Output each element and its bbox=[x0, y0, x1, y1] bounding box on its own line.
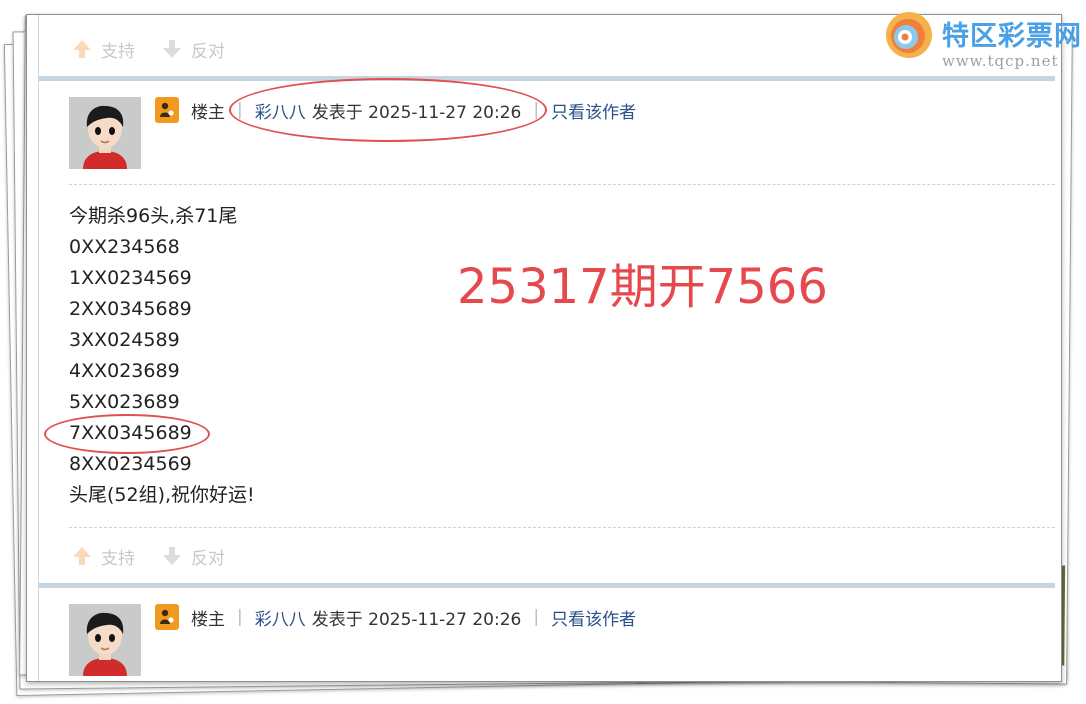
post-header: 楼主 | 彩八八 发表于 2025-11-27 20:26 | 只看该作者 bbox=[69, 97, 1029, 169]
post-footer-divider bbox=[69, 527, 1055, 528]
post-line: 4XX023689 bbox=[69, 360, 180, 382]
annotation-ellipse-line bbox=[44, 414, 210, 454]
post-meta: 楼主 | 彩八八 发表于 2025-11-27 20:26 | 只看该作者 bbox=[191, 604, 636, 630]
post-timestamp: 发表于 2025-11-27 20:26 bbox=[311, 609, 522, 630]
oppose-button[interactable]: 反对 bbox=[161, 37, 225, 62]
post-line: 2XX0345689 bbox=[69, 298, 192, 320]
post-header: 楼主 | 彩八八 发表于 2025-11-27 20:26 | 只看该作者 bbox=[69, 604, 1029, 676]
meta-divider: | bbox=[237, 607, 243, 627]
meta-divider: | bbox=[533, 607, 540, 627]
oppose-label: 反对 bbox=[191, 548, 225, 569]
post-content: 今期杀96头,杀71尾 0XX234568 1XX0234569 2XX0345… bbox=[69, 201, 255, 511]
thumb-down-arrow-icon bbox=[163, 40, 181, 58]
post-header-divider bbox=[69, 184, 1055, 185]
swirl-logo-icon bbox=[886, 12, 932, 58]
vote-row-bottom: 支持 反对 bbox=[71, 541, 251, 571]
post-separator bbox=[39, 583, 1055, 588]
cartoon-avatar-icon bbox=[69, 604, 141, 676]
role-badge bbox=[155, 604, 179, 630]
post-line: 0XX234568 bbox=[69, 236, 180, 258]
only-author-link[interactable]: 只看该作者 bbox=[551, 605, 636, 630]
role-badge bbox=[155, 97, 179, 123]
support-button[interactable]: 支持 bbox=[71, 37, 135, 62]
site-watermark: 特区彩票网 www.tqcp.net bbox=[884, 8, 1084, 70]
avatar[interactable] bbox=[69, 604, 141, 676]
annotation-ellipse-timestamp bbox=[229, 78, 547, 142]
thumb-up-arrow-icon bbox=[73, 40, 91, 58]
role-label: 楼主 bbox=[191, 102, 225, 123]
post-line: 3XX024589 bbox=[69, 329, 180, 351]
post-line: 8XX0234569 bbox=[69, 453, 192, 475]
support-label: 支持 bbox=[101, 41, 135, 62]
thumb-down-arrow-icon bbox=[163, 547, 181, 565]
post-line: 5XX023689 bbox=[69, 391, 180, 413]
result-headline: 25317期开7566 bbox=[457, 259, 828, 315]
post-line: 今期杀96头,杀71尾 bbox=[69, 205, 238, 227]
support-label: 支持 bbox=[101, 548, 135, 569]
author-link[interactable]: 彩八八 bbox=[255, 605, 306, 630]
vote-row-top: 支持 反对 bbox=[71, 34, 251, 64]
support-button[interactable]: 支持 bbox=[71, 544, 135, 569]
only-author-link[interactable]: 只看该作者 bbox=[551, 98, 636, 123]
post-line: 头尾(52组),祝你好运! bbox=[69, 484, 255, 506]
watermark-url: www.tqcp.net bbox=[942, 52, 1059, 70]
role-label: 楼主 bbox=[191, 609, 225, 630]
thread-body: 支持 反对 楼主 | 彩八八 发表于 2025-11-27 20:26 | 只看… bbox=[38, 15, 1055, 681]
owner-badge-icon bbox=[160, 102, 174, 117]
post-line: 1XX0234569 bbox=[69, 267, 192, 289]
oppose-button[interactable]: 反对 bbox=[161, 544, 225, 569]
oppose-label: 反对 bbox=[191, 41, 225, 62]
cartoon-avatar-icon bbox=[69, 97, 141, 169]
watermark-title: 特区彩票网 bbox=[942, 21, 1082, 52]
thumb-up-arrow-icon bbox=[73, 547, 91, 565]
post-separator bbox=[39, 76, 1055, 81]
owner-badge-icon bbox=[160, 609, 174, 624]
avatar[interactable] bbox=[69, 97, 141, 169]
